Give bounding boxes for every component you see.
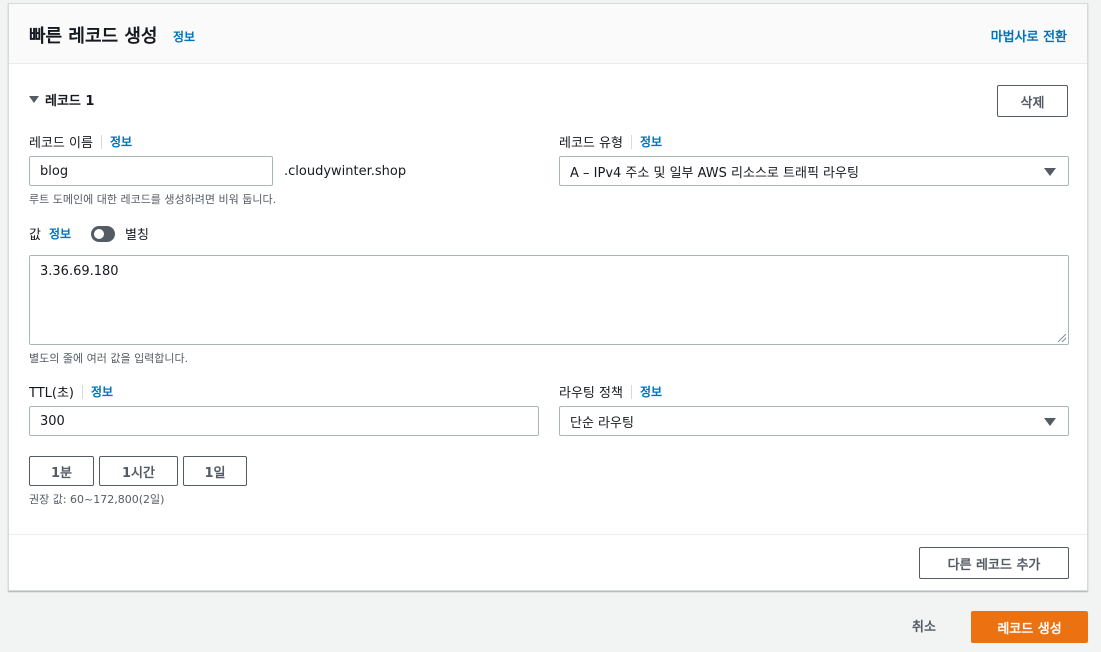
page-title: 빠른 레코드 생성 bbox=[29, 26, 158, 47]
record-1-expander[interactable]: 레코드 1 bbox=[29, 90, 94, 109]
ttl-hint: 권장 값: 60~172,800(2일) bbox=[29, 493, 165, 506]
create-records-button[interactable]: 레코드 생성 bbox=[971, 611, 1088, 643]
value-label-row: 값 정보 bbox=[29, 224, 71, 243]
record-type-label-row: 레코드 유형 정보 bbox=[559, 132, 662, 151]
panel-header: 빠른 레코드 생성 정보 마법사로 전환 bbox=[9, 4, 1087, 64]
routing-policy-label: 라우팅 정책 bbox=[559, 386, 623, 401]
switch-to-wizard-link[interactable]: 마법사로 전환 bbox=[991, 26, 1067, 45]
add-another-record-button[interactable]: 다른 레코드 추가 bbox=[919, 547, 1069, 579]
routing-policy-value: 단순 라우팅 bbox=[570, 415, 634, 431]
record-type-label: 레코드 유형 bbox=[559, 136, 623, 151]
routing-policy-select[interactable]: 단순 라우팅 bbox=[559, 406, 1069, 436]
toggle-knob bbox=[94, 229, 104, 239]
chevron-down-icon bbox=[1044, 418, 1056, 426]
cancel-button[interactable]: 취소 bbox=[912, 616, 936, 635]
ttl-1d-button[interactable]: 1일 bbox=[183, 456, 247, 486]
record-name-hint: 루트 도메인에 대한 레코드를 생성하려면 비워 둡니다. bbox=[29, 193, 277, 206]
label-divider bbox=[100, 134, 102, 149]
value-text: 3.36.69.180 bbox=[40, 264, 119, 279]
value-textarea[interactable]: 3.36.69.180 bbox=[29, 255, 1069, 345]
alias-label: 별칭 bbox=[125, 228, 149, 243]
record-name-input[interactable]: blog bbox=[29, 156, 273, 186]
label-divider bbox=[630, 134, 632, 149]
record-type-info-link[interactable]: 정보 bbox=[640, 133, 662, 150]
chevron-down-icon bbox=[1044, 168, 1056, 176]
value-hint: 별도의 줄에 여러 값을 입력합니다. bbox=[29, 352, 189, 365]
routing-policy-info-link[interactable]: 정보 bbox=[640, 383, 662, 400]
ttl-value: 300 bbox=[40, 413, 65, 429]
ttl-label-row: TTL(초) 정보 bbox=[29, 382, 113, 401]
record-name-label-row: 레코드 이름 정보 bbox=[29, 132, 132, 151]
record-name-value: blog bbox=[40, 163, 69, 179]
record-1-label: 레코드 1 bbox=[45, 94, 95, 109]
ttl-input[interactable]: 300 bbox=[29, 406, 539, 436]
value-info-link[interactable]: 정보 bbox=[49, 225, 71, 242]
quick-create-record-panel: 빠른 레코드 생성 정보 마법사로 전환 레코드 1 삭제 레코드 이름 정보 … bbox=[8, 3, 1088, 591]
ttl-1h-button[interactable]: 1시간 bbox=[99, 456, 178, 486]
ttl-label: TTL(초) bbox=[29, 386, 74, 401]
divider bbox=[9, 534, 1087, 535]
record-name-label: 레코드 이름 bbox=[29, 136, 93, 151]
record-type-value: A – IPv4 주소 및 일부 AWS 리소스로 트래픽 라우팅 bbox=[570, 165, 859, 181]
value-label: 값 bbox=[29, 228, 41, 243]
resize-handle[interactable] bbox=[1058, 334, 1066, 342]
record-name-info-link[interactable]: 정보 bbox=[110, 133, 132, 150]
domain-suffix: .cloudywinter.shop bbox=[284, 164, 407, 179]
header-info-link[interactable]: 정보 bbox=[173, 28, 195, 45]
alias-toggle[interactable] bbox=[91, 226, 115, 242]
label-divider bbox=[630, 384, 632, 399]
ttl-1m-button[interactable]: 1분 bbox=[29, 456, 94, 486]
caret-down-icon bbox=[29, 96, 39, 103]
routing-policy-label-row: 라우팅 정책 정보 bbox=[559, 382, 662, 401]
delete-record-button[interactable]: 삭제 bbox=[997, 85, 1068, 117]
record-type-select[interactable]: A – IPv4 주소 및 일부 AWS 리소스로 트래픽 라우팅 bbox=[559, 156, 1069, 186]
ttl-info-link[interactable]: 정보 bbox=[91, 383, 113, 400]
label-divider bbox=[82, 384, 83, 399]
